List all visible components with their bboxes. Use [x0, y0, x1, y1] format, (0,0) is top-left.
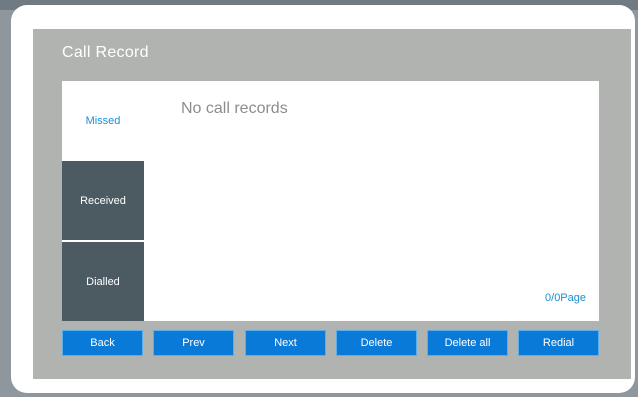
- page-title: Call Record: [62, 44, 149, 61]
- back-button[interactable]: Back: [62, 330, 143, 356]
- page-indicator: 0/0Page: [545, 292, 586, 304]
- empty-message: No call records: [181, 100, 288, 117]
- prev-button[interactable]: Prev: [153, 330, 234, 356]
- tab-missed[interactable]: Missed: [62, 81, 144, 160]
- delete-button[interactable]: Delete: [336, 330, 417, 356]
- next-button[interactable]: Next: [245, 330, 326, 356]
- redial-button[interactable]: Redial: [518, 330, 599, 356]
- tab-dialled[interactable]: Dialled: [62, 242, 144, 321]
- tab-received[interactable]: Received: [62, 161, 144, 240]
- delete-all-button[interactable]: Delete all: [427, 330, 508, 356]
